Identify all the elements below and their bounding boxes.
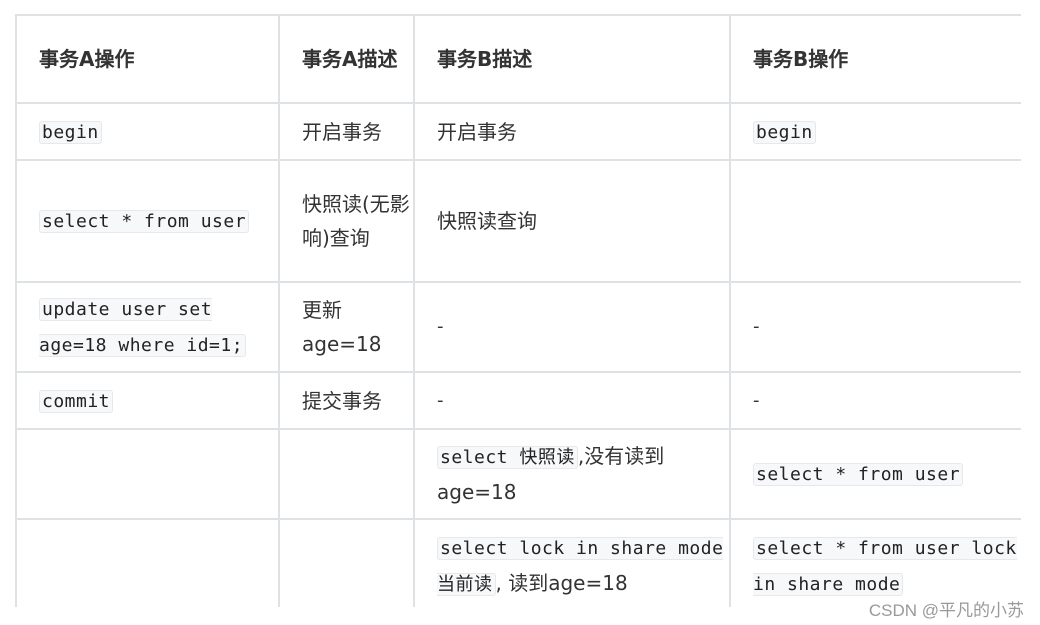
table-row: select lock in share mode当前读, 读到age=18 s… <box>15 518 1021 607</box>
cell-a-desc: 提交事务 <box>278 371 415 430</box>
table-row: begin 开启事务 开启事务 begin <box>15 102 1021 161</box>
code-snippet: select * from user <box>39 210 250 233</box>
table-row: select * from user 快照读(无影响)查询 快照读查询 <box>15 159 1021 283</box>
cell-a-op <box>15 518 280 607</box>
cell-b-desc: select 快照读 ,没有读到age=18 <box>413 428 731 520</box>
table-header-row: 事务A操作 事务A描述 事务B描述 事务B操作 <box>15 14 1021 104</box>
cell-b-op: - <box>729 371 1021 430</box>
cell-b-desc: 开启事务 <box>413 102 731 161</box>
cell-b-desc: - <box>413 371 731 430</box>
cell-a-desc <box>278 518 415 607</box>
table-row: commit 提交事务 - - <box>15 371 1021 430</box>
code-snippet: commit <box>39 389 114 413</box>
cell-a-op: commit <box>15 371 280 430</box>
code-snippet: select 快照读 <box>437 446 578 469</box>
header-a-op: 事务A操作 <box>15 14 280 104</box>
code-snippet: update user set age=18 where id=1; <box>39 298 247 357</box>
cell-b-op: select * from user <box>729 428 1021 520</box>
code-snippet: select * from user <box>753 463 964 486</box>
header-b-desc: 事务B描述 <box>413 14 731 104</box>
cell-b-op <box>729 159 1021 283</box>
cell-b-op: select * from user lock in share mode <box>729 518 1021 607</box>
transaction-table: 事务A操作 事务A描述 事务B描述 事务B操作 begin 开启事务 开启事务 … <box>15 14 1021 607</box>
watermark: CSDN @平凡的小苏 <box>868 601 1024 620</box>
cell-a-op <box>15 428 280 520</box>
code-snippet: select * from user lock in share mode <box>753 537 1017 596</box>
cell-a-desc: 开启事务 <box>278 102 415 161</box>
cell-text: , 读到age=18 <box>495 571 628 595</box>
header-a-desc: 事务A描述 <box>278 14 415 104</box>
cell-b-op: begin <box>729 102 1021 161</box>
code-snippet: begin <box>39 120 102 144</box>
cell-b-desc: - <box>413 281 731 373</box>
table-row: update user set age=18 where id=1; 更新age… <box>15 281 1021 373</box>
cell-a-op: select * from user <box>15 159 280 283</box>
cell-a-desc: 更新age=18 <box>278 281 415 373</box>
table-row: select 快照读 ,没有读到age=18 select * from user <box>15 428 1021 520</box>
cell-a-op: update user set age=18 where id=1; <box>15 281 280 373</box>
header-b-op: 事务B操作 <box>729 14 1021 104</box>
code-snippet: begin <box>753 120 816 144</box>
cell-a-op: begin <box>15 102 280 161</box>
cell-a-desc: 快照读(无影响)查询 <box>278 159 415 283</box>
cell-b-desc: select lock in share mode当前读, 读到age=18 <box>413 518 731 607</box>
cell-b-op: - <box>729 281 1021 373</box>
transaction-table-container: 事务A操作 事务A描述 事务B描述 事务B操作 begin 开启事务 开启事务 … <box>15 14 1021 607</box>
cell-a-desc <box>278 428 415 520</box>
cell-b-desc: 快照读查询 <box>413 159 731 283</box>
